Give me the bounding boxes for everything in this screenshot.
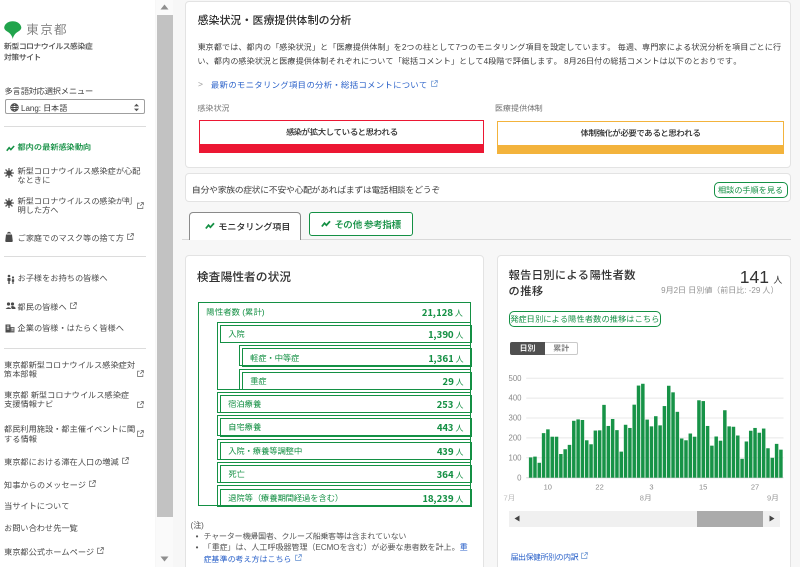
svg-text:15: 15: [699, 483, 707, 492]
svg-text:3: 3: [649, 483, 653, 492]
svg-text:300: 300: [508, 414, 522, 423]
svg-text:27: 27: [750, 483, 758, 492]
svg-text:100: 100: [508, 453, 522, 462]
svg-text:500: 500: [508, 374, 522, 383]
svg-text:9月: 9月: [767, 494, 779, 503]
svg-text:400: 400: [508, 394, 522, 403]
svg-text:7月: 7月: [503, 494, 515, 503]
svg-text:10: 10: [543, 483, 551, 492]
svg-text:200: 200: [508, 434, 522, 443]
svg-text:22: 22: [595, 483, 603, 492]
svg-text:0: 0: [517, 473, 522, 482]
svg-text:8月: 8月: [639, 494, 651, 503]
